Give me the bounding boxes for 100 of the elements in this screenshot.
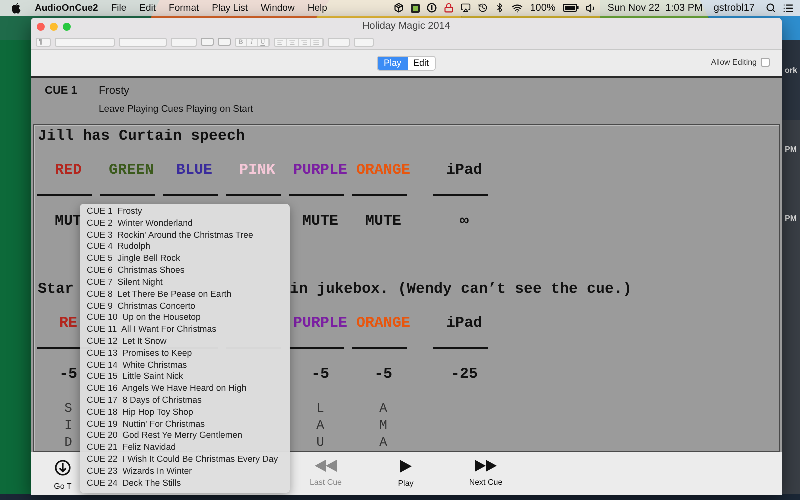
allow-editing-checkbox[interactable]	[761, 58, 770, 67]
channel-heading: iPad	[446, 162, 482, 179]
allow-editing-label: Allow Editing	[711, 58, 757, 67]
channel-letter: S	[64, 400, 72, 417]
minimize-button[interactable]	[50, 22, 58, 30]
channel-letter: I	[64, 417, 72, 434]
channel-heading: BLUE	[176, 162, 212, 179]
channel-heading: GREEN	[108, 162, 154, 179]
list-style-dropdown[interactable]	[354, 38, 374, 46]
channel-heading: PINK	[239, 162, 276, 179]
cue-menu-item[interactable]: CUE 21 Feliz Navidad	[80, 442, 290, 454]
cue-menu-item[interactable]: CUE 12 Let It Snow	[80, 336, 290, 348]
channel-letter: D	[64, 434, 72, 451]
screen-icon[interactable]	[461, 3, 472, 13]
channel-letter: A	[380, 434, 388, 451]
channel-value: -5	[59, 366, 78, 383]
cue-menu-item[interactable]: CUE 17 8 Days of Christmas	[80, 395, 290, 407]
fast-forward-icon	[475, 460, 497, 472]
cue-menu-item[interactable]: CUE 6 Christmas Shoes	[80, 265, 290, 277]
cue-menu-item[interactable]: CUE 11 All I Want For Christmas	[80, 324, 290, 336]
battery-percentage: 100%	[530, 2, 556, 14]
script-line: Star	[38, 281, 74, 298]
channel-letter: A	[380, 400, 388, 417]
cue-menu-item[interactable]: CUE 2 Winter Wonderland	[80, 218, 290, 230]
cue-menu-item[interactable]: CUE 20 God Rest Ye Merry Gentlemen	[80, 430, 290, 442]
speaker-icon[interactable]	[586, 2, 597, 14]
align-center-icon[interactable]	[289, 38, 296, 46]
square-app-icon[interactable]	[411, 4, 420, 12]
cue-menu-item[interactable]: CUE 15 Little Saint Nick	[80, 371, 290, 384]
wifi-icon[interactable]	[512, 2, 524, 14]
apple-icon[interactable]	[12, 2, 21, 14]
channel-value: MUTE	[302, 213, 338, 230]
dropdown[interactable]	[328, 38, 350, 46]
cue-menu-item[interactable]: CUE 19 Nuttin' For Christmas	[80, 418, 290, 430]
down-arrow-circle-icon	[55, 460, 71, 476]
dropdown[interactable]	[119, 38, 167, 46]
channel-heading: ORANGE	[356, 162, 410, 179]
channel-heading: ORANGE	[356, 315, 410, 332]
background-window-text: ork	[785, 66, 798, 75]
menu-item[interactable]: Format	[169, 2, 200, 14]
dropdown[interactable]	[55, 38, 115, 46]
align-justify-icon[interactable]	[313, 38, 320, 46]
menu-item[interactable]: File	[111, 2, 127, 14]
cue-menu-item[interactable]: CUE 18 Hip Hop Toy Shop	[80, 406, 290, 419]
channel-value: MUTE	[365, 213, 402, 230]
cue-menu-item[interactable]: CUE 7 Silent Night	[80, 276, 290, 289]
channel-heading: RED	[54, 162, 82, 179]
cue-menu-item[interactable]: CUE 4 Rudolph	[80, 241, 290, 254]
battery-icon[interactable]	[562, 4, 579, 12]
list-icon[interactable]	[783, 2, 794, 14]
cue-menu-item[interactable]: CUE 1 Frosty	[80, 206, 290, 218]
cue-menu-item[interactable]: CUE 5 Jingle Bell Rock	[80, 253, 290, 266]
menu-item[interactable]: Edit	[140, 2, 156, 14]
text-box-button[interactable]	[201, 38, 214, 46]
channel-value: -5	[374, 366, 392, 383]
channel-heading: iPad	[446, 315, 482, 332]
menu-item[interactable]: Help	[308, 2, 328, 14]
rewind-icon	[315, 460, 337, 472]
align-right-icon[interactable]	[301, 38, 308, 46]
menu-item[interactable]: Play List	[212, 2, 248, 14]
transport-button[interactable]: Play	[366, 452, 446, 495]
cue-menu-item[interactable]: CUE 3 Rockin' Around the Christmas Tree	[80, 230, 290, 242]
lock-icon[interactable]	[444, 3, 454, 13]
user-name[interactable]: gstrobl17	[714, 2, 755, 14]
cue-menu-item[interactable]: CUE 16 Angels We Have Heard on High	[80, 383, 290, 395]
zoom-button[interactable]	[63, 22, 71, 30]
cue-menu-item[interactable]: CUE 10 Up on the Housetop	[80, 312, 290, 324]
channel-value: ∞	[460, 213, 469, 230]
channel-heading: PURPLE	[293, 162, 348, 179]
cue-title: Frosty	[99, 85, 131, 99]
script-line: in jukebox. (Wendy can’t see the cue.)	[290, 281, 632, 298]
search-icon[interactable]	[766, 3, 776, 13]
channel-letter: L	[316, 400, 324, 417]
channel-letter: U	[316, 434, 324, 451]
cue-menu-item[interactable]: CUE 14 White Christmas	[80, 360, 290, 372]
transport-button[interactable]: Next Cue	[446, 452, 526, 495]
app-menu[interactable]: AudioOnCue2	[35, 2, 98, 14]
mode-tab[interactable]: Edit	[408, 56, 436, 70]
clock-arrow-icon[interactable]	[478, 3, 488, 13]
text-box-button[interactable]	[218, 38, 231, 46]
close-button[interactable]	[37, 22, 45, 30]
circle-bar-icon[interactable]	[427, 3, 438, 13]
cue-menu-item[interactable]: CUE 8 Let There Be Pease on Earth	[80, 288, 290, 300]
channel-letter: A	[316, 417, 324, 434]
channel-value: MUT	[54, 213, 82, 230]
background-window-text: PM	[785, 214, 797, 223]
cue-menu-item[interactable]: CUE 13 Promises to Keep	[80, 348, 290, 360]
dropdown[interactable]	[171, 38, 197, 46]
cue-number: CUE 1	[45, 85, 78, 99]
channel-value: -25	[450, 366, 478, 383]
align-left-icon[interactable]	[277, 38, 284, 46]
cue-menu-item[interactable]: CUE 9 Christmas Concerto	[80, 300, 290, 312]
bluetooth-icon[interactable]	[495, 3, 506, 13]
background-window-text: PM	[785, 145, 797, 154]
channel-heading: PURPLE	[293, 315, 348, 332]
script-line: Jill has Curtain speech	[37, 128, 246, 145]
package-icon[interactable]	[394, 3, 404, 13]
channel-heading: RE	[59, 315, 78, 332]
window-title: Holiday Magic 2014	[362, 21, 450, 32]
menu-item[interactable]: Window	[261, 2, 295, 14]
